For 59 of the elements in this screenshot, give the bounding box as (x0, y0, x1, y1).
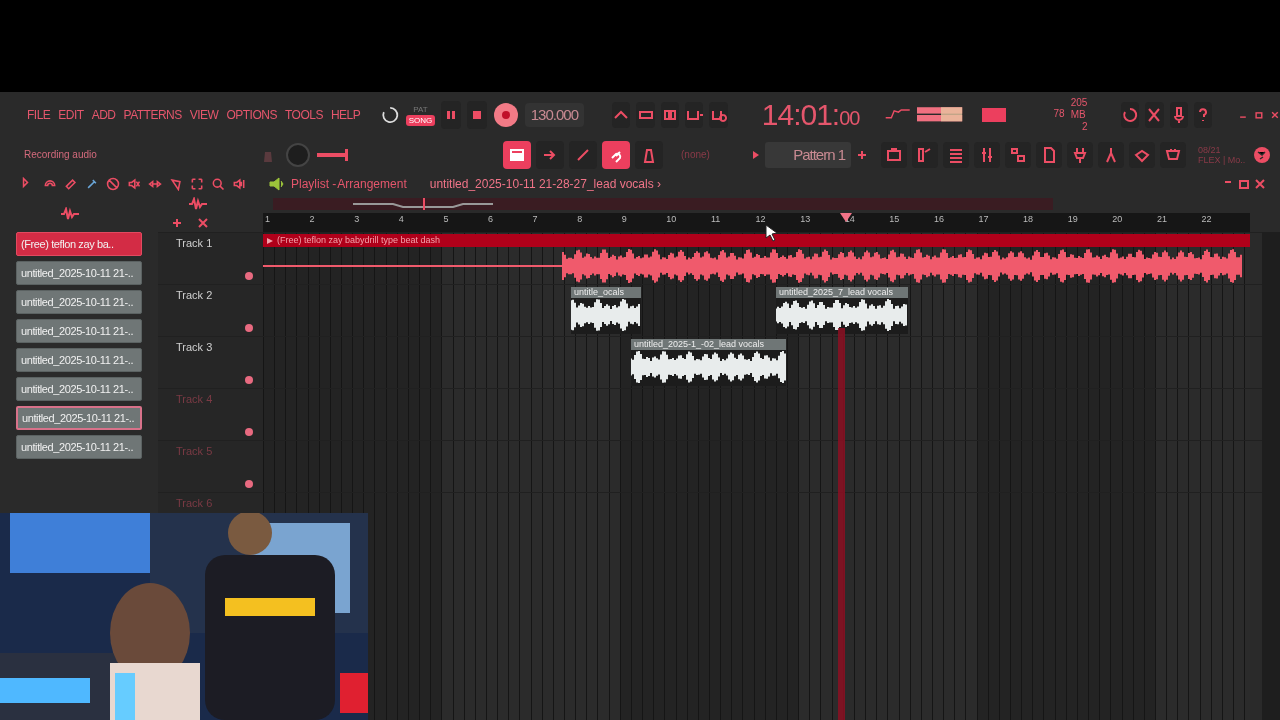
ruler-number: 13 (799, 213, 812, 226)
mode-toggle[interactable]: PAT (410, 104, 431, 115)
ruler-number: 6 (486, 213, 494, 226)
channel-button[interactable]: untitled_2025-10-11 21-.. (16, 261, 142, 285)
polyphony-value: 2 (1081, 121, 1088, 133)
pattern-selector[interactable]: Pattern 1 (765, 142, 851, 168)
playlist-subtitle: Arrangement (337, 175, 407, 193)
channel-button[interactable]: untitled_2025-10-11 21-.. (16, 348, 142, 372)
audio-clip[interactable]: untitle_ocals (571, 287, 641, 334)
ruler-number: 10 (665, 213, 678, 226)
channel-button[interactable]: untitled_2025-10-11 21-.. (16, 377, 142, 401)
ruler-number: 3 (353, 213, 361, 226)
ruler-number: 21 (1155, 213, 1168, 226)
clip-name: untitle_ocals (571, 287, 641, 298)
ruler-number: 1 (264, 213, 271, 226)
channel-button[interactable]: untitled_2025-10-11 21-.. (16, 319, 142, 343)
menu-item[interactable]: ADD (90, 106, 117, 124)
ruler-number: 22 (1200, 213, 1213, 226)
ruler-number: 20 (1111, 213, 1124, 226)
audio-clip[interactable]: untitled_2025-1_-02_lead vocals (631, 339, 786, 386)
ruler-number: 18 (1022, 213, 1035, 226)
clip-header[interactable]: (Free) teflon zay babydrill type beat dash (263, 234, 1250, 247)
ruler-number: 9 (620, 213, 628, 226)
ruler-number: 16 (932, 213, 945, 226)
clip-name: untitled_2025_7_lead vocals (776, 287, 908, 298)
menu-item[interactable]: HELP (329, 106, 362, 124)
menu-item[interactable]: FILE (26, 106, 52, 124)
ruler-number: 5 (442, 213, 450, 226)
clip-name: untitled_2025-1_-02_lead vocals (631, 339, 786, 350)
info-text: 08/21 (1198, 145, 1222, 155)
menu-item[interactable]: PATTERNS (122, 106, 183, 124)
ruler-number: 15 (888, 213, 901, 226)
menu-item[interactable]: OPTIONS (225, 106, 278, 124)
channel-button[interactable]: (Free) teflon zay ba.. (16, 232, 142, 256)
menu-item[interactable]: VIEW (188, 106, 220, 124)
memory-value: 205 MB (1070, 97, 1089, 121)
ruler-number: 8 (576, 213, 584, 226)
menu-item[interactable]: TOOLS (283, 106, 324, 124)
channel-button[interactable]: untitled_2025-10-11 21-.. (16, 290, 142, 314)
status-hint: Recording audio (24, 149, 98, 161)
ruler-number: 7 (531, 213, 539, 226)
ruler-number: 4 (397, 213, 405, 226)
mode-toggle[interactable]: SONG (405, 115, 436, 126)
ruler-number: 17 (977, 213, 990, 226)
playlist-title: Playlist - (291, 175, 337, 193)
menu-item[interactable]: EDIT (57, 106, 85, 124)
cpu-value: 78 (1053, 108, 1065, 120)
channel-button[interactable]: untitled_2025-10-11 21-.. (16, 406, 142, 430)
ruler-number: 12 (754, 213, 767, 226)
channel-button[interactable]: untitled_2025-10-11 21-.. (16, 435, 142, 459)
pattern-name: untitled_2025-10-11 21-28-27_lead vocals › (429, 175, 661, 193)
time-display: 14:01:00 (761, 100, 860, 130)
tempo-field[interactable]: 130.000 (524, 102, 584, 128)
info-text: FLEX | Mo.. (1198, 155, 1246, 165)
ruler-number: 19 (1066, 213, 1079, 226)
clip-name: (Free) teflon zay babydrill type beat dash (277, 234, 441, 247)
ruler-number: 11 (709, 213, 722, 226)
ruler-number: 2 (308, 213, 316, 226)
audio-clip[interactable]: untitled_2025_7_lead vocals (776, 287, 908, 334)
